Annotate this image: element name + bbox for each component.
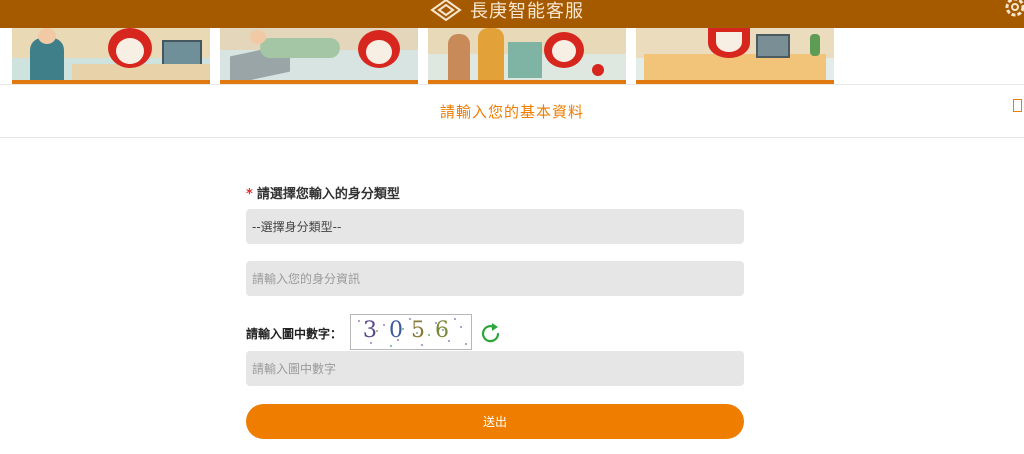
identity-info-input[interactable] <box>246 261 744 296</box>
submit-button-label: 送出 <box>482 415 507 429</box>
captcha-digit: 3 <box>363 318 377 343</box>
family-scene <box>428 28 626 84</box>
hospital-bed-scene <box>220 28 418 84</box>
clinic-doctor-scene <box>12 28 210 84</box>
brand: 長庚智能客服 <box>430 0 584 23</box>
identity-type-selected: --選擇身分類型-- <box>252 220 342 234</box>
refresh-icon[interactable] <box>480 321 502 345</box>
close-box-icon[interactable] <box>1013 99 1022 112</box>
banner-illustration <box>0 28 1024 84</box>
service-desk-scene <box>636 28 834 84</box>
identity-type-select[interactable]: --選擇身分類型-- <box>246 209 744 244</box>
captcha-image: 3 0 5 6 <box>350 314 472 350</box>
captcha-digit: 6 <box>435 318 449 343</box>
identity-type-label-text: 請選擇您輸入的身分類型 <box>256 187 400 202</box>
gear-icon[interactable] <box>1002 0 1024 20</box>
header-bar: 長庚智能客服 <box>0 0 1024 28</box>
chang-gung-logo-icon <box>430 0 462 21</box>
basic-info-modal: 請輸入您的基本資料 *請選擇您輸入的身分類型 --選擇身分類型-- 請輸入圖中數… <box>0 84 1024 454</box>
captcha-input[interactable] <box>246 351 744 386</box>
captcha-label: 請輸入圖中數字： <box>246 327 343 341</box>
brand-name: 長庚智能客服 <box>470 1 584 22</box>
captcha-digit: 5 <box>411 318 425 343</box>
identity-type-label: * 請選擇您輸入的身分類型 <box>246 183 400 202</box>
required-mark: * <box>246 187 253 202</box>
captcha-digits: 3 0 5 6 <box>358 318 467 347</box>
modal-header: 請輸入您的基本資料 <box>0 85 1024 138</box>
captcha-digit: 0 <box>389 318 403 343</box>
modal-title: 請輸入您的基本資料 <box>439 103 584 121</box>
submit-button[interactable]: 送出 <box>246 404 744 439</box>
